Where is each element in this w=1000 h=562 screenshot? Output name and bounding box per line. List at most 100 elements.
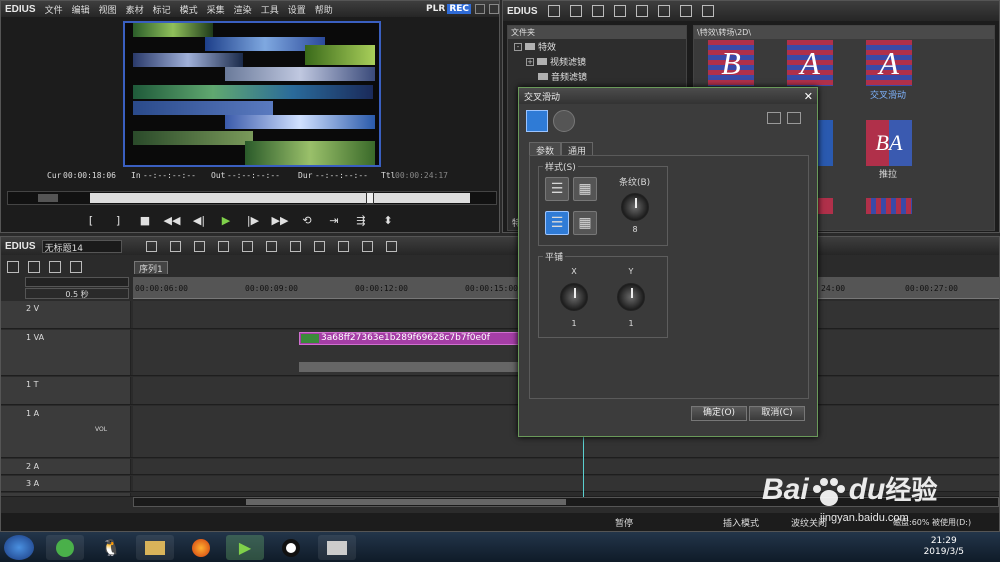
- save-preset-icon[interactable]: [787, 112, 801, 124]
- effect-thumb[interactable]: B: [708, 40, 754, 86]
- timeline-clip[interactable]: 3a68ff27363e1b289f69628c7b7f0e0f: [299, 332, 521, 345]
- taskbar-app-3[interactable]: [136, 535, 174, 560]
- rewind-button[interactable]: ◀◀: [162, 213, 182, 229]
- menu-settings[interactable]: 设置: [288, 6, 306, 16]
- tree-node-effects[interactable]: - 特效: [508, 39, 686, 54]
- track-header[interactable]: 1 A VOL: [1, 406, 131, 457]
- stripes-knob[interactable]: [621, 193, 649, 221]
- expand-icon[interactable]: +: [526, 57, 534, 66]
- position-track[interactable]: [90, 193, 470, 203]
- stopwatch-icon[interactable]: [553, 110, 575, 132]
- view-mode-icon[interactable]: [701, 5, 714, 17]
- menu-capture[interactable]: 采集: [207, 6, 225, 16]
- taskbar-app-6[interactable]: [272, 535, 310, 560]
- properties-icon[interactable]: [657, 5, 670, 17]
- cancel-button[interactable]: 取消(C): [749, 406, 805, 421]
- tab-sequence1[interactable]: 序列1: [134, 261, 168, 275]
- snap-icon[interactable]: [70, 261, 82, 273]
- menu-file[interactable]: 文件: [45, 6, 63, 16]
- track-header[interactable]: 2 V: [1, 301, 131, 328]
- mode-icon[interactable]: [145, 240, 157, 252]
- system-clock[interactable]: 21:29 2019/3/5: [924, 536, 964, 558]
- effect-thumb[interactable]: [866, 198, 912, 214]
- tile-x-knob[interactable]: [560, 283, 588, 311]
- vol-label[interactable]: VOL: [95, 426, 107, 433]
- plr-label[interactable]: PLR: [426, 4, 445, 14]
- rec-label[interactable]: REC: [447, 4, 471, 14]
- minimize-button[interactable]: [475, 4, 485, 14]
- maximize-button[interactable]: [489, 4, 499, 14]
- paste-icon[interactable]: [289, 240, 301, 252]
- overwrite-button[interactable]: ⇶: [351, 213, 371, 229]
- collapse-icon[interactable]: -: [514, 42, 522, 51]
- cut-icon[interactable]: [241, 240, 253, 252]
- ok-button[interactable]: 确定(O): [691, 406, 747, 421]
- stop-button[interactable]: ■: [135, 213, 155, 229]
- tile-y-knob[interactable]: [617, 283, 645, 311]
- effect-thumb-selected[interactable]: A: [866, 40, 912, 86]
- step-back-button[interactable]: ◀|: [189, 213, 209, 229]
- delete-icon[interactable]: [313, 240, 325, 252]
- menu-tools[interactable]: 工具: [261, 6, 279, 16]
- taskbar-app-7[interactable]: [318, 535, 356, 560]
- menu-marker[interactable]: 标记: [153, 6, 171, 16]
- style-option-2[interactable]: ▦: [573, 177, 597, 201]
- zoom-slider[interactable]: [25, 277, 129, 287]
- menu-help[interactable]: 帮助: [315, 6, 333, 16]
- save-icon[interactable]: [217, 240, 229, 252]
- taskbar-app-5[interactable]: ▶: [226, 535, 264, 560]
- style-option-3-selected[interactable]: ☰: [545, 211, 569, 235]
- search-icon[interactable]: [679, 5, 692, 17]
- zoom-level[interactable]: 0.5 秒: [25, 288, 129, 299]
- play-button[interactable]: ▶: [216, 213, 236, 229]
- playhead-handle[interactable]: [366, 192, 374, 204]
- palette-icon[interactable]: [526, 110, 548, 132]
- add-clip-icon[interactable]: [591, 5, 604, 17]
- folder-icon[interactable]: [547, 5, 560, 17]
- taskbar-app-4[interactable]: [182, 535, 220, 560]
- redo-icon[interactable]: [361, 240, 373, 252]
- new-sequence-icon[interactable]: [169, 240, 181, 252]
- taskbar-app-2[interactable]: 🐧: [92, 535, 130, 560]
- taskbar-app-1[interactable]: [46, 535, 84, 560]
- set-out-button[interactable]: ]: [108, 213, 128, 229]
- fast-forward-button[interactable]: ▶▶: [270, 213, 290, 229]
- track-header[interactable]: 1 T: [1, 377, 131, 404]
- menu-edit[interactable]: 编辑: [72, 6, 90, 16]
- copy-icon[interactable]: [265, 240, 277, 252]
- start-button[interactable]: [4, 535, 34, 560]
- export-button[interactable]: ⬍: [378, 213, 398, 229]
- link-icon[interactable]: [49, 261, 61, 273]
- tree-node-video-filters[interactable]: + 视频滤镜: [508, 54, 686, 69]
- style-option-4[interactable]: ▦: [573, 211, 597, 235]
- audio-clip[interactable]: [299, 362, 521, 372]
- shuttle-handle[interactable]: [38, 194, 58, 202]
- project-title[interactable]: 无标题14: [41, 239, 122, 254]
- style-option-1[interactable]: ☰: [545, 177, 569, 201]
- marker-icon[interactable]: [385, 240, 397, 252]
- scroll-thumb[interactable]: [246, 499, 566, 505]
- track-header[interactable]: 1 VA: [1, 330, 131, 375]
- ripple-icon[interactable]: [28, 261, 40, 273]
- scrub-bar[interactable]: [7, 191, 497, 205]
- set-in-button[interactable]: [: [81, 213, 101, 229]
- up-folder-icon[interactable]: [569, 5, 582, 17]
- close-icon[interactable]: ✕: [804, 90, 813, 103]
- undo-icon[interactable]: [337, 240, 349, 252]
- menu-view[interactable]: 视图: [99, 6, 117, 16]
- preset-icon[interactable]: [767, 112, 781, 124]
- menu-render[interactable]: 渲染: [234, 6, 252, 16]
- delete-icon[interactable]: [635, 5, 648, 17]
- track-header[interactable]: 4 A: [1, 493, 131, 496]
- loop-button[interactable]: ⟲: [297, 213, 317, 229]
- track-header[interactable]: 3 A: [1, 476, 131, 491]
- plr-rec-switch[interactable]: PLR REC: [426, 4, 499, 14]
- step-forward-button[interactable]: |▶: [243, 213, 263, 229]
- open-icon[interactable]: [193, 240, 205, 252]
- menu-clip[interactable]: 素材: [126, 6, 144, 16]
- effect-thumb[interactable]: BA: [866, 120, 912, 166]
- trim-icon[interactable]: [613, 5, 626, 17]
- insert-button[interactable]: ⇥: [324, 213, 344, 229]
- track-header[interactable]: 2 A: [1, 459, 131, 474]
- effect-thumb[interactable]: A: [787, 40, 833, 86]
